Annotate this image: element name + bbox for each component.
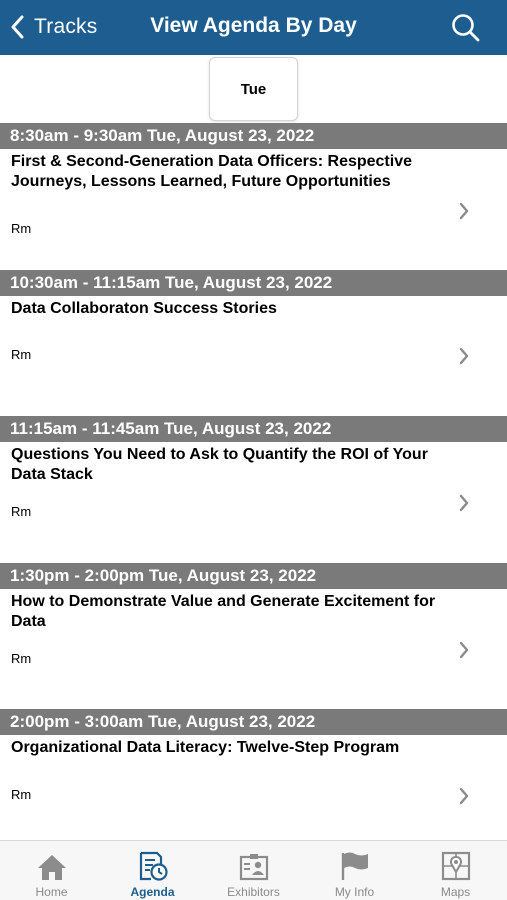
tab-exhibitors[interactable]: Exhibitors xyxy=(203,841,304,900)
day-selector: Tue xyxy=(0,55,507,123)
tab-bar: Home Agenda Exhibitors My Info Maps xyxy=(0,840,507,900)
session-item[interactable]: First & Second-Generation Data Officers:… xyxy=(0,149,507,269)
tab-maps-label: Maps xyxy=(440,885,471,899)
tab-exhibitors-label: Exhibitors xyxy=(227,885,280,899)
session-title: Data Collaboraton Success Stories xyxy=(11,300,277,317)
session-time-header: 1:30pm - 2:00pm Tue, August 23, 2022 xyxy=(0,563,507,589)
search-button[interactable] xyxy=(450,12,482,44)
tab-my-info[interactable]: My Info xyxy=(304,841,405,900)
chevron-right-icon xyxy=(459,641,469,659)
day-tab-tue[interactable]: Tue xyxy=(209,57,298,121)
tab-home-label: Home xyxy=(35,885,68,899)
chevron-left-icon xyxy=(11,15,24,39)
tab-agenda[interactable]: Agenda xyxy=(102,841,203,900)
chevron-right-icon xyxy=(459,787,469,805)
session-item[interactable]: Organizational Data Literacy: Twelve-Ste… xyxy=(0,735,507,839)
tab-agenda-label: Agenda xyxy=(130,885,175,899)
session-item[interactable]: Data Collaboraton Success Stories Rm xyxy=(0,296,507,416)
flag-icon xyxy=(341,852,368,880)
chevron-right-icon xyxy=(459,494,469,512)
exhibitors-icon xyxy=(239,854,268,881)
home-icon xyxy=(37,855,66,880)
session-item[interactable]: How to Demonstrate Value and Generate Ex… xyxy=(0,589,507,709)
chevron-right-icon xyxy=(459,202,469,220)
session-time-header: 10:30am - 11:15am Tue, August 23, 2022 xyxy=(0,270,507,296)
back-label: Tracks xyxy=(34,15,98,38)
session-room: Rm xyxy=(11,221,32,236)
session-time-header: 2:00pm - 3:00am Tue, August 23, 2022 xyxy=(0,709,507,735)
session-room: Rm xyxy=(11,787,32,802)
tab-home[interactable]: Home xyxy=(1,841,102,900)
session-title: Organizational Data Literacy: Twelve-Ste… xyxy=(11,739,400,756)
session-time-header: 11:15am - 11:45am Tue, August 23, 2022 xyxy=(0,416,507,442)
search-icon xyxy=(452,14,480,42)
session-time-header: 8:30am - 9:30am Tue, August 23, 2022 xyxy=(0,123,507,149)
session-title: How to Demonstrate Value and Generate Ex… xyxy=(11,593,436,630)
session-title: Questions You Need to Ask to Quantify th… xyxy=(11,446,428,483)
back-button[interactable]: Tracks xyxy=(10,9,97,45)
session-room: Rm xyxy=(11,504,32,519)
map-icon xyxy=(441,851,470,881)
session-room: Rm xyxy=(11,651,32,666)
session-room: Rm xyxy=(11,347,32,362)
session-title: First & Second-Generation Data Officers:… xyxy=(11,153,412,190)
tab-my-info-label: My Info xyxy=(334,885,375,899)
tab-maps[interactable]: Maps xyxy=(405,841,506,900)
nav-bar: Tracks View Agenda By Day xyxy=(0,0,507,55)
agenda-icon xyxy=(139,851,168,881)
chevron-right-icon xyxy=(459,347,469,365)
session-item[interactable]: Questions You Need to Ask to Quantify th… xyxy=(0,442,507,562)
